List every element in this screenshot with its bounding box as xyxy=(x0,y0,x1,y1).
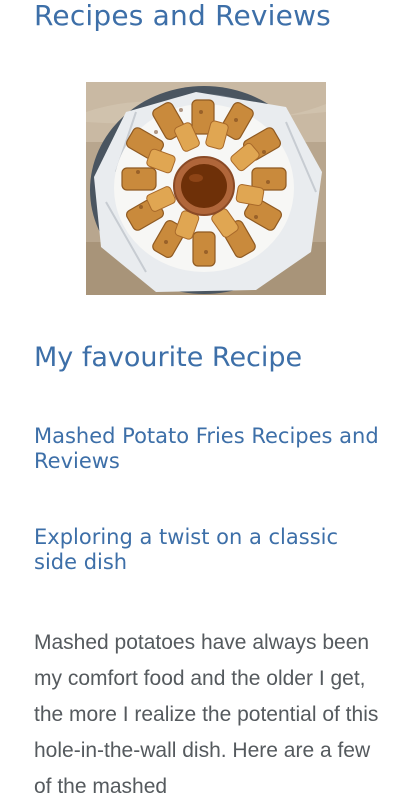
recipe-title: Mashed Potato Fries Recipes and Reviews xyxy=(34,424,379,473)
intro-paragraph: Mashed potatoes have always been my comf… xyxy=(34,631,379,798)
sauce xyxy=(181,164,227,208)
site-title[interactable]: Recipes and Reviews xyxy=(34,0,331,34)
hero-image xyxy=(86,82,326,295)
favourite-recipe-heading: My favourite Recipe xyxy=(34,342,303,373)
page: Recipes and Reviews My favourite Recipe … xyxy=(0,0,400,800)
recipe-subtitle: Exploring a twist on a classic side dish xyxy=(34,525,339,574)
